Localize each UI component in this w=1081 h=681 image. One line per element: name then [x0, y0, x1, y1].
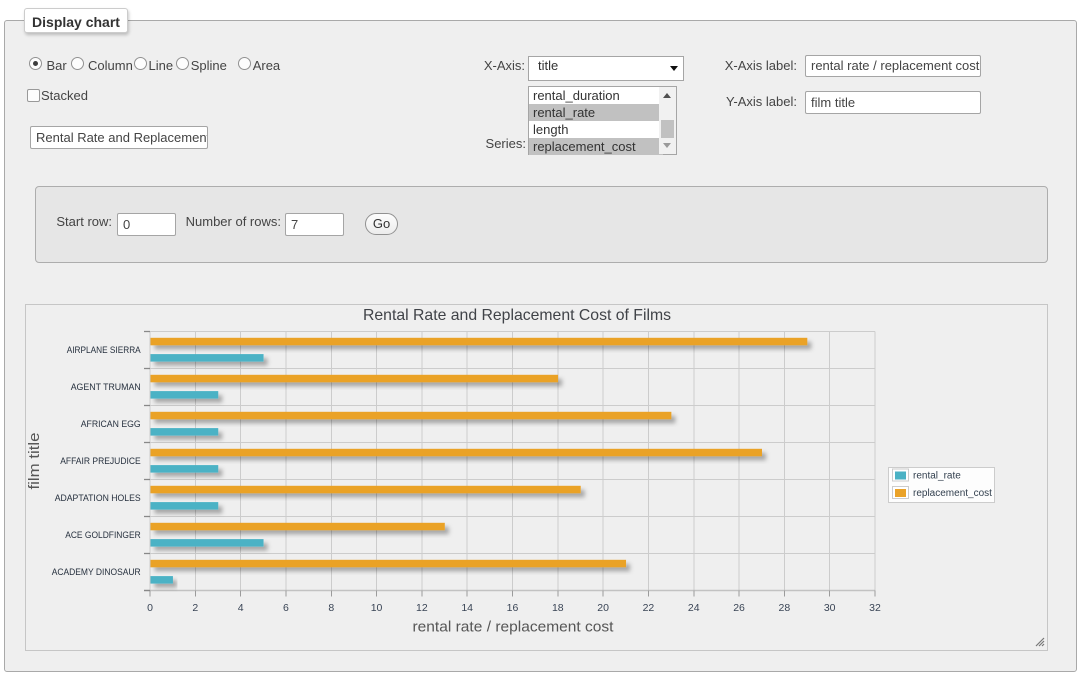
- svg-text:12: 12: [416, 602, 428, 614]
- svg-text:rental_rate: rental_rate: [913, 471, 961, 482]
- svg-text:24: 24: [688, 602, 700, 614]
- svg-text:20: 20: [597, 602, 609, 614]
- svg-text:30: 30: [824, 602, 836, 614]
- svg-text:22: 22: [643, 602, 655, 614]
- svg-text:8: 8: [328, 602, 334, 614]
- svg-text:4: 4: [238, 602, 244, 614]
- svg-text:AIRPLANE SIERRA: AIRPLANE SIERRA: [67, 345, 142, 355]
- svg-text:AFFAIR PREJUDICE: AFFAIR PREJUDICE: [60, 456, 141, 466]
- svg-text:2: 2: [192, 602, 198, 614]
- svg-text:replacement_cost: replacement_cost: [913, 488, 992, 499]
- svg-text:AFRICAN EGG: AFRICAN EGG: [81, 419, 141, 429]
- svg-text:film title: film title: [26, 433, 43, 490]
- svg-text:14: 14: [461, 602, 473, 614]
- svg-text:26: 26: [733, 602, 745, 614]
- svg-text:rental rate / replacement cost: rental rate / replacement cost: [413, 619, 615, 636]
- svg-text:0: 0: [147, 602, 153, 614]
- svg-text:ADAPTATION HOLES: ADAPTATION HOLES: [55, 493, 141, 503]
- svg-text:18: 18: [552, 602, 564, 614]
- svg-text:10: 10: [371, 602, 383, 614]
- svg-text:6: 6: [283, 602, 289, 614]
- svg-text:16: 16: [507, 602, 519, 614]
- svg-text:ACE GOLDFINGER: ACE GOLDFINGER: [65, 530, 141, 540]
- svg-text:AGENT TRUMAN: AGENT TRUMAN: [71, 382, 141, 392]
- svg-text:Rental Rate and Replacement Co: Rental Rate and Replacement Cost of Film…: [363, 307, 671, 324]
- svg-text:28: 28: [779, 602, 791, 614]
- svg-text:ACADEMY DINOSAUR: ACADEMY DINOSAUR: [52, 567, 141, 577]
- svg-text:32: 32: [869, 602, 881, 614]
